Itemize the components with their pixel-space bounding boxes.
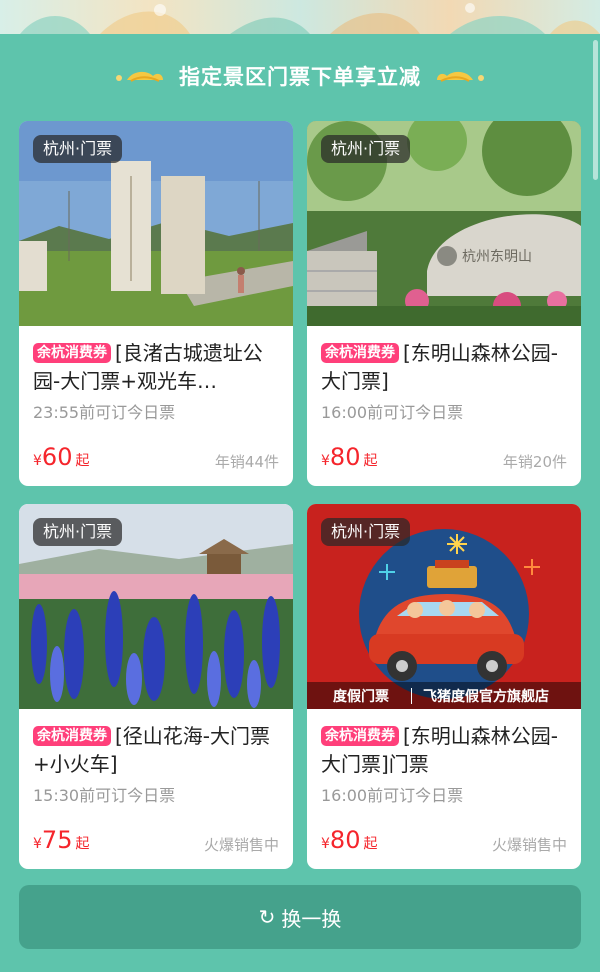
decorative-banner (0, 0, 600, 34)
image-caption-right: 飞猪度假官方旗舰店 (423, 689, 549, 705)
price-value: 75 (41, 826, 73, 854)
price-suffix: 起 (363, 453, 378, 469)
currency-symbol: ¥ (33, 836, 42, 852)
refresh-button[interactable]: ↻ 换一换 (19, 885, 581, 949)
booking-deadline: 16:00前可订今日票 (321, 786, 464, 805)
section-title: 指定景区门票下单享立减 (179, 65, 421, 89)
booking-deadline: 15:30前可订今日票 (33, 786, 176, 805)
scenic-photo: 杭州·门票 (19, 121, 293, 326)
scenic-photo: 杭州东明山 杭州·门票 (307, 121, 581, 326)
refresh-label: 换一换 (281, 906, 342, 931)
currency-symbol: ¥ (321, 453, 330, 469)
currency-symbol: ¥ (321, 836, 330, 852)
scenic-photo: 杭州·门票 (19, 504, 293, 709)
city-tag: 杭州·门票 (321, 518, 411, 546)
ticket-card[interactable]: 杭州·门票 余杭消费券 [径山花海-大门票+小火车] 15:30前可订今日票 ¥7… (19, 504, 293, 869)
ticket-title: 余杭消费券 [径山花海-大门票+小火车] (33, 722, 283, 778)
caption-divider (411, 688, 412, 704)
price: ¥80 起 (321, 826, 377, 854)
city-tag: 杭州·门票 (321, 135, 411, 163)
section-header: 指定景区门票下单享立减 (0, 58, 600, 94)
price-suffix: 起 (363, 836, 378, 852)
price-suffix: 起 (75, 836, 90, 852)
price: ¥80 起 (321, 443, 377, 471)
sales-count: 年销44件 (214, 453, 279, 471)
coupon-badge: 余杭消费券 (321, 343, 399, 363)
right-cloud-decoration (437, 71, 484, 82)
refresh-icon: ↻ (258, 905, 276, 929)
price: ¥75 起 (33, 826, 89, 854)
currency-symbol: ¥ (33, 453, 42, 469)
price: ¥60 起 (33, 443, 89, 471)
sales-count: 年销20件 (502, 453, 567, 471)
booking-deadline: 23:55前可订今日票 (33, 403, 176, 422)
svg-text:杭州东明山: 杭州东明山 (462, 249, 532, 265)
city-tag: 杭州·门票 (33, 135, 123, 163)
sales-count: 火爆销售中 (203, 836, 279, 854)
price-value: 80 (329, 443, 361, 471)
coupon-badge: 余杭消费券 (321, 726, 399, 746)
coupon-badge: 余杭消费券 (33, 726, 111, 746)
coupon-badge: 余杭消费券 (33, 343, 111, 363)
ticket-title: 余杭消费券 [良渚古城遗址公园-大门票+观光车… (33, 339, 283, 395)
price-value: 80 (329, 826, 361, 854)
city-tag: 杭州·门票 (33, 518, 123, 546)
price-value: 60 (41, 443, 73, 471)
booking-deadline: 16:00前可订今日票 (321, 403, 464, 422)
ticket-card[interactable]: 杭州·门票 余杭消费券 [良渚古城遗址公园-大门票+观光车… 23:55前可订今日… (19, 121, 293, 486)
sales-count: 火爆销售中 (491, 836, 567, 854)
promo-image: 杭州·门票 度假门票 飞猪度假官方旗舰店 (307, 504, 581, 709)
ticket-title: 余杭消费券 [东明山森林公园-大门票]门票 (321, 722, 571, 778)
ticket-card[interactable]: 杭州·门票 度假门票 飞猪度假官方旗舰店 余杭消费券 [东明山森林公园-大门票]门… (307, 504, 581, 869)
left-cloud-decoration (116, 71, 163, 82)
ticket-title: 余杭消费券 [东明山森林公园-大门票] (321, 339, 571, 395)
ticket-card[interactable]: 杭州东明山 杭州·门票 余杭消费券 [东明山森林公园-大门票] 16:00前可订今… (307, 121, 581, 486)
price-suffix: 起 (75, 453, 90, 469)
image-caption-left: 度假门票 (333, 689, 389, 705)
